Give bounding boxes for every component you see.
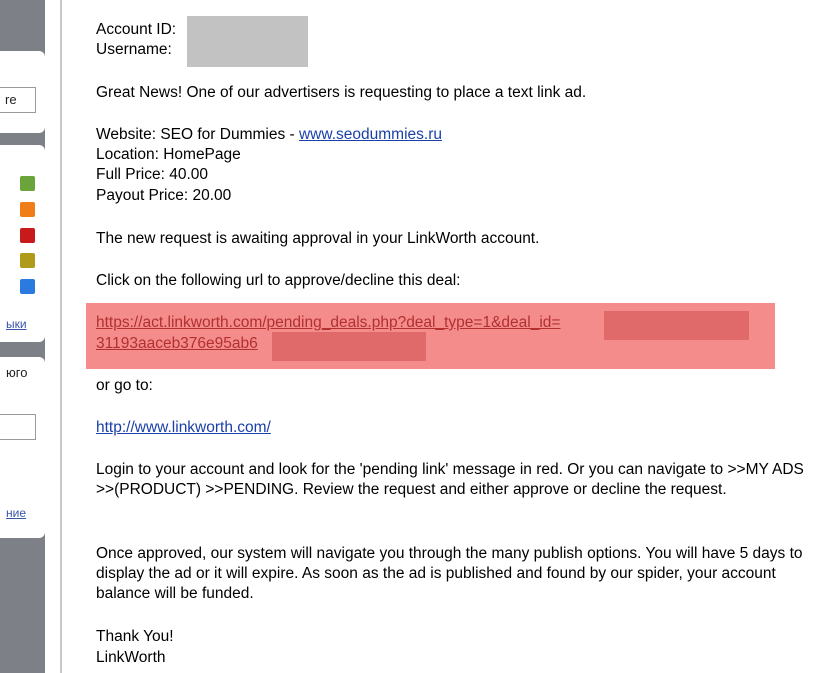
divider bbox=[60, 0, 62, 673]
location-text: Location: HomePage bbox=[96, 146, 241, 163]
account-id-label: Account ID: bbox=[96, 21, 177, 38]
sidebar-input-2[interactable] bbox=[0, 414, 36, 440]
or-go-to-text: or go to: bbox=[96, 377, 153, 394]
thanks-text: Thank You! bbox=[96, 628, 174, 645]
color-square-olive[interactable] bbox=[20, 253, 35, 268]
payout-price-text: Payout Price: 20.00 bbox=[96, 187, 232, 204]
home-link-line: http://www.linkworth.com/ bbox=[96, 418, 271, 438]
deal-url-line-2[interactable]: 31193aaceb376e95ab6 bbox=[96, 334, 258, 354]
color-square-red[interactable] bbox=[20, 228, 35, 243]
color-square-orange[interactable] bbox=[20, 202, 35, 217]
redaction-block bbox=[604, 311, 749, 340]
approved-paragraph: Once approved, our system will navigate … bbox=[96, 545, 803, 602]
home-link[interactable]: http://www.linkworth.com/ bbox=[96, 419, 271, 436]
full-price-text: Full Price: 40.00 bbox=[96, 166, 208, 183]
sidebar-link-2[interactable]: ние bbox=[6, 506, 26, 520]
username-label: Username: bbox=[96, 41, 172, 58]
sidebar-search-input[interactable]: re bbox=[0, 87, 36, 113]
sidebar-label: юго bbox=[6, 365, 28, 380]
redaction-block bbox=[272, 332, 426, 361]
intro-text: Great News! One of our advertisers is re… bbox=[96, 84, 587, 101]
deal-url-line-1[interactable]: https://act.linkworth.com/pending_deals.… bbox=[96, 313, 560, 333]
sidebar-panel-bottom: юго ние bbox=[0, 357, 45, 538]
website-link[interactable]: www.seodummies.ru bbox=[299, 126, 442, 143]
signature-text: LinkWorth bbox=[96, 649, 166, 666]
website-label: Website: SEO for Dummies - bbox=[96, 126, 299, 143]
sidebar-panel-colors: ыки bbox=[0, 145, 45, 342]
sidebar: re ыки юго ние bbox=[0, 0, 45, 673]
deal-url-link-cont[interactable]: 31193aaceb376e95ab6 bbox=[96, 335, 258, 352]
redaction-block bbox=[187, 16, 308, 67]
deal-url-link[interactable]: https://act.linkworth.com/pending_deals.… bbox=[96, 314, 560, 331]
sidebar-gap bbox=[45, 0, 60, 673]
sidebar-link-1[interactable]: ыки bbox=[6, 317, 27, 331]
click-instruction: Click on the following url to approve/de… bbox=[96, 272, 461, 289]
color-square-green[interactable] bbox=[20, 176, 35, 191]
login-paragraph: Login to your account and look for the '… bbox=[96, 461, 804, 498]
awaiting-text: The new request is awaiting approval in … bbox=[96, 230, 540, 247]
color-square-blue[interactable] bbox=[20, 279, 35, 294]
website-line: Website: SEO for Dummies - www.seodummie… bbox=[96, 125, 442, 145]
sidebar-panel-search: re bbox=[0, 51, 45, 133]
